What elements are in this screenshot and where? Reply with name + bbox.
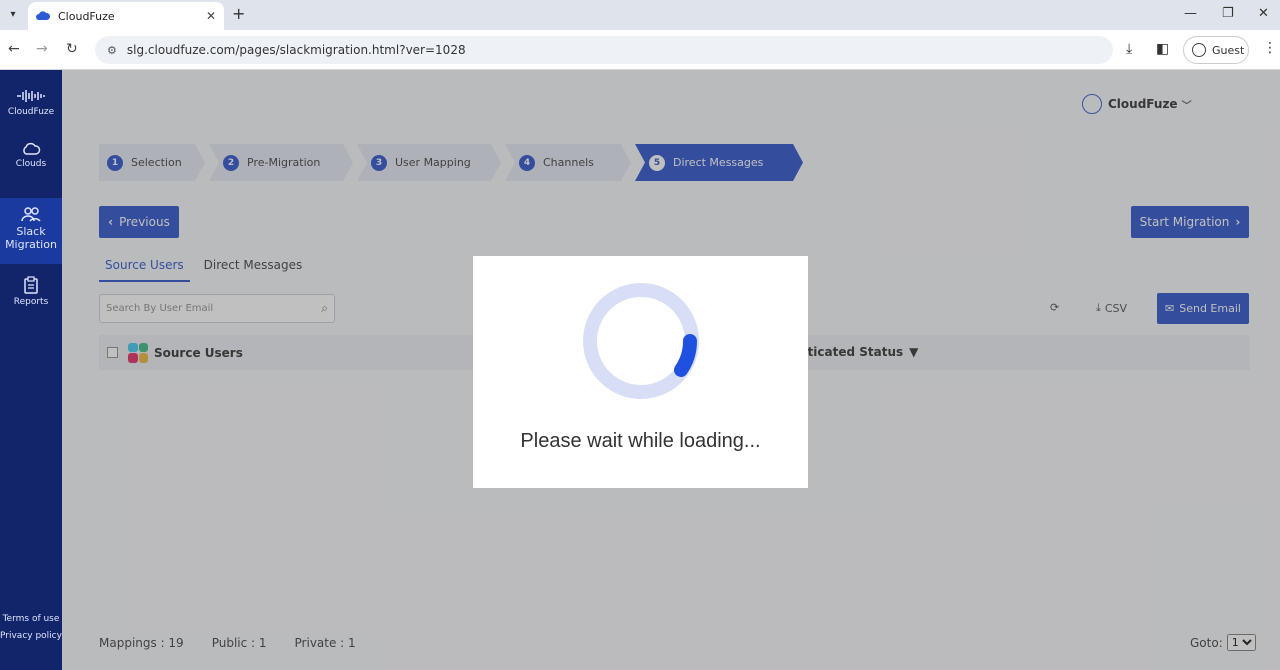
cloud-icon — [23, 142, 41, 155]
sidebar-brand-label: CloudFuze — [7, 107, 55, 117]
browser-menu-icon[interactable]: ⋮ — [1263, 40, 1277, 56]
forward-icon[interactable]: → — [36, 41, 48, 57]
omnibox[interactable]: ⚙ slg.cloudfuze.com/pages/slackmigration… — [95, 36, 1113, 64]
loading-message: Please wait while loading... — [520, 430, 761, 452]
reload-icon[interactable]: ↻ — [66, 41, 78, 57]
sidebar-item-clouds[interactable]: Clouds — [0, 142, 62, 169]
sidebar-item-reports[interactable]: Reports — [0, 276, 62, 307]
sidebar-item-label: Reports — [13, 297, 49, 307]
tab-close-icon[interactable]: ✕ — [206, 9, 216, 23]
sidebar-item-label: Slack Migration — [5, 225, 57, 251]
sidebar-item-label: Clouds — [15, 159, 47, 169]
browser-tab[interactable]: CloudFuze ✕ — [28, 2, 224, 30]
new-tab-icon[interactable]: + — [232, 4, 245, 23]
profile-icon — [1192, 43, 1206, 57]
cloudfuze-favicon-icon — [36, 11, 50, 21]
loading-modal: Please wait while loading... — [473, 256, 808, 488]
terms-link[interactable]: Terms of use — [0, 614, 62, 624]
restore-icon[interactable]: ❐ — [1222, 6, 1234, 21]
privacy-link[interactable]: Privacy policy — [0, 631, 62, 641]
back-icon[interactable]: ← — [8, 41, 20, 57]
sidebar-item-slack-migration[interactable]: Slack Migration — [0, 198, 62, 264]
url-text[interactable]: slg.cloudfuze.com/pages/slackmigration.h… — [127, 43, 466, 57]
loading-spinner-icon — [583, 283, 699, 399]
minimize-icon[interactable]: — — [1184, 6, 1197, 21]
window-close-icon[interactable]: ✕ — [1258, 6, 1269, 21]
download-icon[interactable]: ⤓ — [1126, 41, 1132, 57]
site-info-icon[interactable]: ⚙ — [107, 44, 117, 57]
cloudfuze-logo-icon — [17, 90, 45, 102]
sidebar: CloudFuze Clouds Slack Migration Reports… — [0, 70, 62, 670]
profile-button[interactable]: Guest — [1183, 36, 1249, 64]
tab-title: CloudFuze — [58, 9, 115, 23]
side-panel-icon[interactable]: ◧ — [1156, 41, 1169, 57]
users-icon — [21, 207, 41, 222]
clipboard-icon — [24, 276, 38, 294]
sidebar-brand[interactable]: CloudFuze — [0, 88, 62, 117]
profile-label: Guest — [1212, 43, 1245, 57]
address-bar-row: ← → ↻ ⚙ slg.cloudfuze.com/pages/slackmig… — [0, 30, 1280, 70]
tab-search-chevron-icon[interactable]: ▾ — [4, 5, 22, 23]
browser-tab-strip: ▾ CloudFuze ✕ + — ❐ ✕ — [0, 0, 1280, 30]
